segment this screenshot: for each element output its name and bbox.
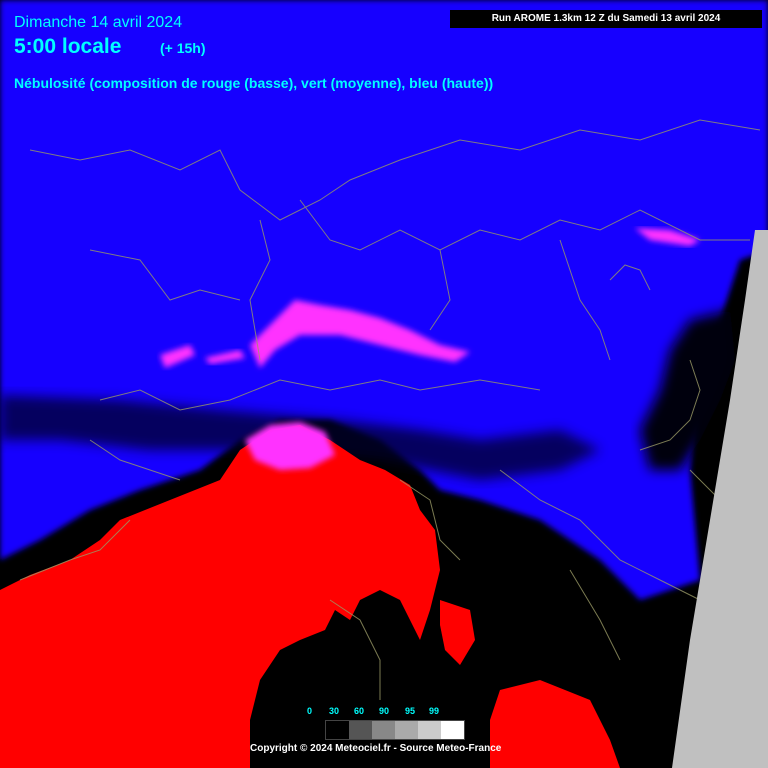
forecast-date: Dimanche 14 avril 2024 bbox=[14, 14, 183, 31]
forecast-time: 5:00 locale bbox=[14, 35, 122, 58]
legend-swatch bbox=[418, 721, 441, 739]
legend-swatches bbox=[325, 720, 465, 740]
copyright-notice: Copyright © 2024 Meteociel.fr - Source M… bbox=[250, 743, 502, 754]
forecast-lead: (+ 15h) bbox=[160, 40, 206, 56]
cloud-cover-map bbox=[0, 0, 768, 768]
legend-tick: 99 bbox=[429, 706, 440, 716]
legend-tick: 60 bbox=[354, 706, 365, 716]
legend-tick: 95 bbox=[405, 706, 416, 716]
legend-swatch bbox=[372, 721, 395, 739]
legend-tick: 30 bbox=[329, 706, 340, 716]
legend-swatch bbox=[441, 721, 464, 739]
legend-swatch bbox=[326, 721, 349, 739]
map-description: Nébulosité (composition de rouge (basse)… bbox=[14, 75, 494, 91]
legend-tick: 90 bbox=[379, 706, 390, 716]
legend-tick: 0 bbox=[307, 706, 313, 716]
weather-map: Dimanche 14 avril 2024 5:00 locale (+ 15… bbox=[0, 0, 768, 768]
run-info: Run AROME 1.3km 12 Z du Samedi 13 avril … bbox=[450, 10, 762, 28]
legend-swatch bbox=[349, 721, 372, 739]
legend-swatch bbox=[395, 721, 418, 739]
